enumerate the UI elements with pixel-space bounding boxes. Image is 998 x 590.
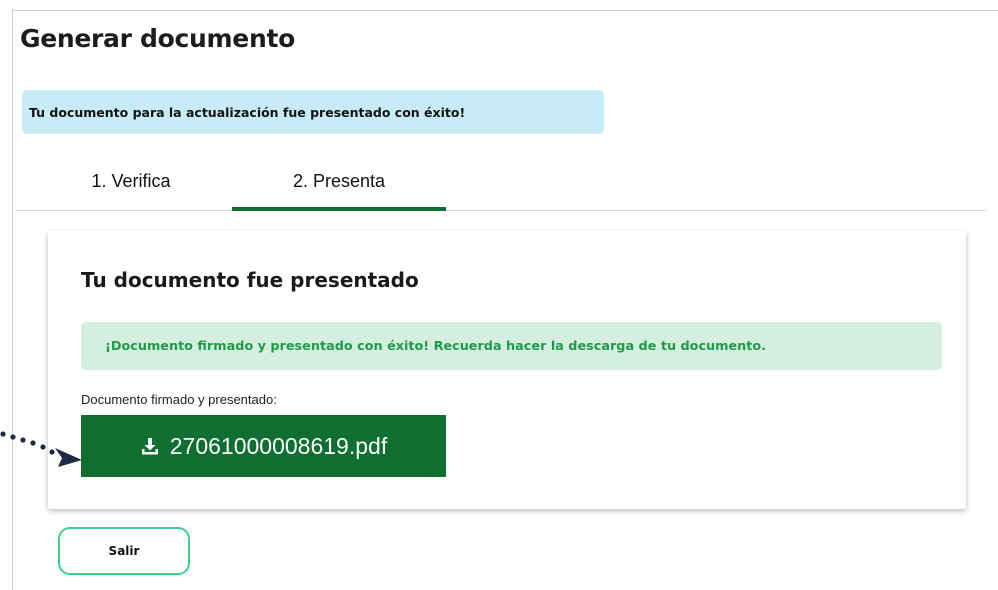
success-alert-text: ¡Documento firmado y presentado con éxit…	[105, 338, 767, 354]
tab-bar: 1. Verifica 2. Presenta	[16, 152, 986, 211]
page-title: Generar documento	[20, 24, 295, 53]
info-alert: Tu documento para la actualización fue p…	[22, 90, 604, 134]
download-file-button[interactable]: 27061000008619.pdf	[81, 415, 446, 477]
tab-presenta[interactable]: 2. Presenta	[232, 152, 446, 211]
download-icon	[140, 436, 160, 456]
tab-verifica[interactable]: 1. Verifica	[66, 152, 196, 210]
download-file-name: 27061000008619.pdf	[169, 432, 388, 459]
card-title: Tu documento fue presentado	[81, 268, 419, 292]
success-alert: ¡Documento firmado y presentado con éxit…	[81, 322, 942, 370]
exit-button[interactable]: Salir	[58, 527, 190, 575]
file-label: Documento firmado y presentado:	[81, 392, 277, 407]
result-card: Tu documento fue presentado ¡Documento f…	[48, 231, 966, 509]
info-alert-text: Tu documento para la actualización fue p…	[29, 104, 466, 120]
pointer-arrow-icon	[0, 431, 82, 467]
